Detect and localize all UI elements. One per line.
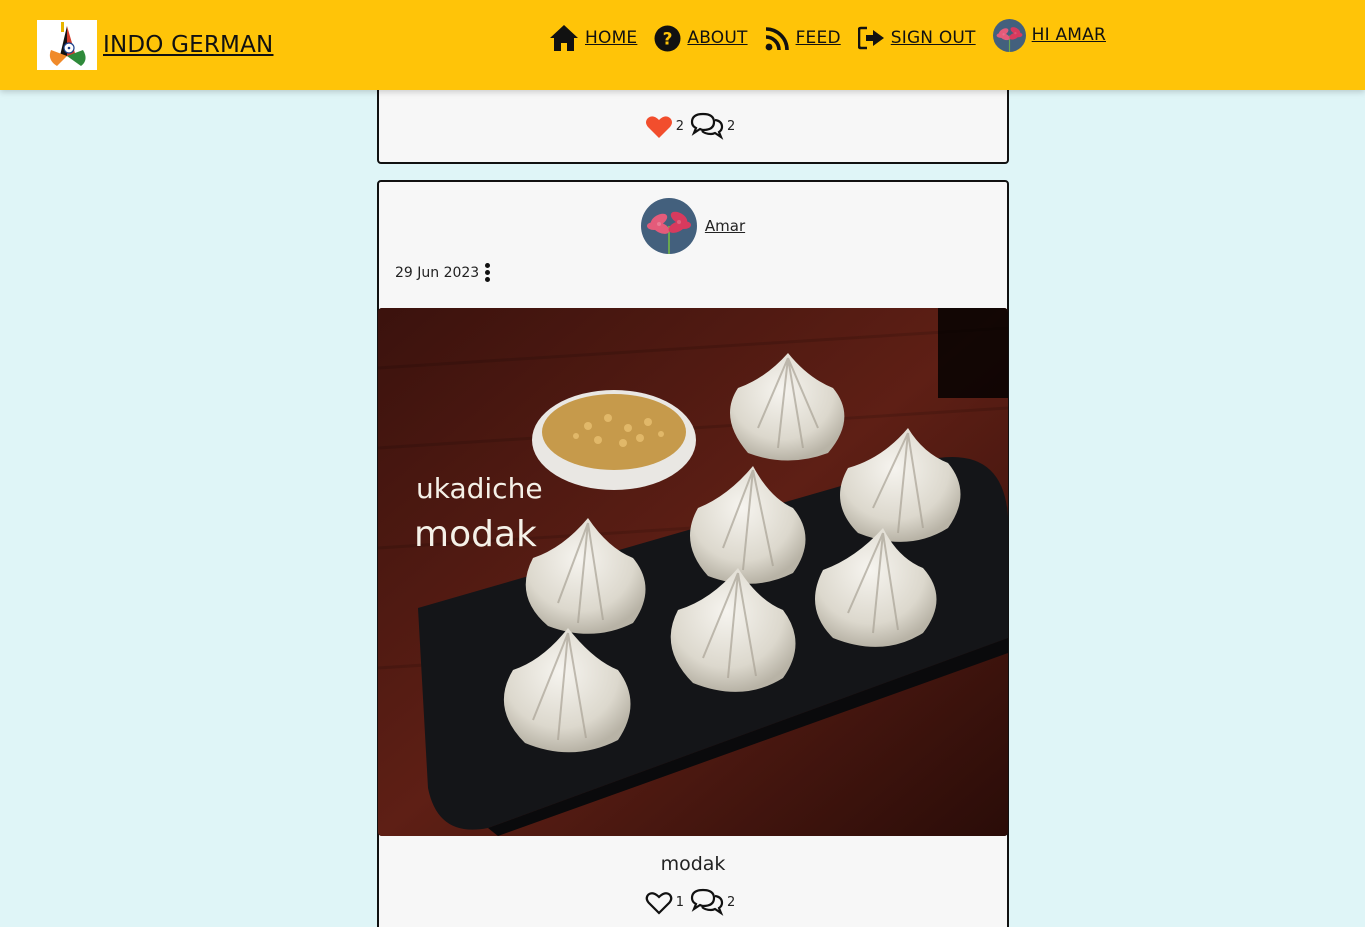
post-stats: 2 2: [379, 112, 1007, 140]
sign-out-icon: [857, 26, 884, 50]
author-name-link[interactable]: Amar: [705, 217, 745, 235]
nav-links: HOME ? ABOUT FEED SIGN OUT HI AMAR: [549, 19, 1123, 52]
nav-home[interactable]: HOME: [549, 24, 637, 52]
image-caption-line1: ukadiche: [416, 472, 543, 505]
heart-outline-icon[interactable]: [645, 890, 673, 915]
heart-filled-icon[interactable]: [645, 114, 673, 139]
like-count: 1: [675, 894, 684, 910]
nav-about-label[interactable]: ABOUT: [687, 28, 747, 48]
nav-about[interactable]: ? ABOUT: [654, 25, 747, 52]
nav-signout-label[interactable]: SIGN OUT: [891, 28, 976, 48]
post-image: ukadiche modak: [378, 308, 1008, 836]
brand-logo: [37, 20, 97, 70]
like-count: 2: [675, 118, 684, 134]
image-caption-line2: modak: [414, 514, 537, 555]
post-date: 29 Jun 2023: [395, 264, 480, 281]
post-meta: 29 Jun 2023: [395, 262, 491, 283]
more-options-icon[interactable]: [485, 262, 491, 283]
brand-link[interactable]: INDO GERMAN: [37, 20, 273, 70]
nav-home-label[interactable]: HOME: [585, 28, 637, 48]
post-card: Amar 29 Jun 2023 ukadiche modak modak 1 …: [377, 180, 1009, 927]
rss-icon: [765, 26, 789, 50]
nav-user[interactable]: HI AMAR: [992, 19, 1106, 52]
comment-count: 2: [727, 894, 736, 910]
post-author: Amar: [379, 198, 1007, 254]
question-circle-icon: ?: [654, 25, 681, 51]
user-avatar: [992, 19, 1026, 52]
comment-count: 2: [727, 118, 736, 134]
navbar: INDO GERMAN HOME ? ABOUT FEED SIGN OUT H…: [0, 0, 1365, 90]
home-icon: [550, 25, 578, 51]
comments-icon[interactable]: [690, 112, 724, 140]
post-stats: 1 2: [379, 888, 1007, 916]
brand-name[interactable]: INDO GERMAN: [103, 32, 273, 58]
nav-feed-label[interactable]: FEED: [796, 28, 841, 48]
nav-signout[interactable]: SIGN OUT: [857, 26, 976, 50]
nav-feed[interactable]: FEED: [765, 26, 841, 51]
comments-icon[interactable]: [690, 888, 724, 916]
nav-user-label[interactable]: HI AMAR: [1032, 25, 1106, 45]
svg-text:?: ?: [663, 29, 673, 49]
author-avatar[interactable]: [640, 198, 697, 254]
post-title: modak: [660, 853, 726, 875]
